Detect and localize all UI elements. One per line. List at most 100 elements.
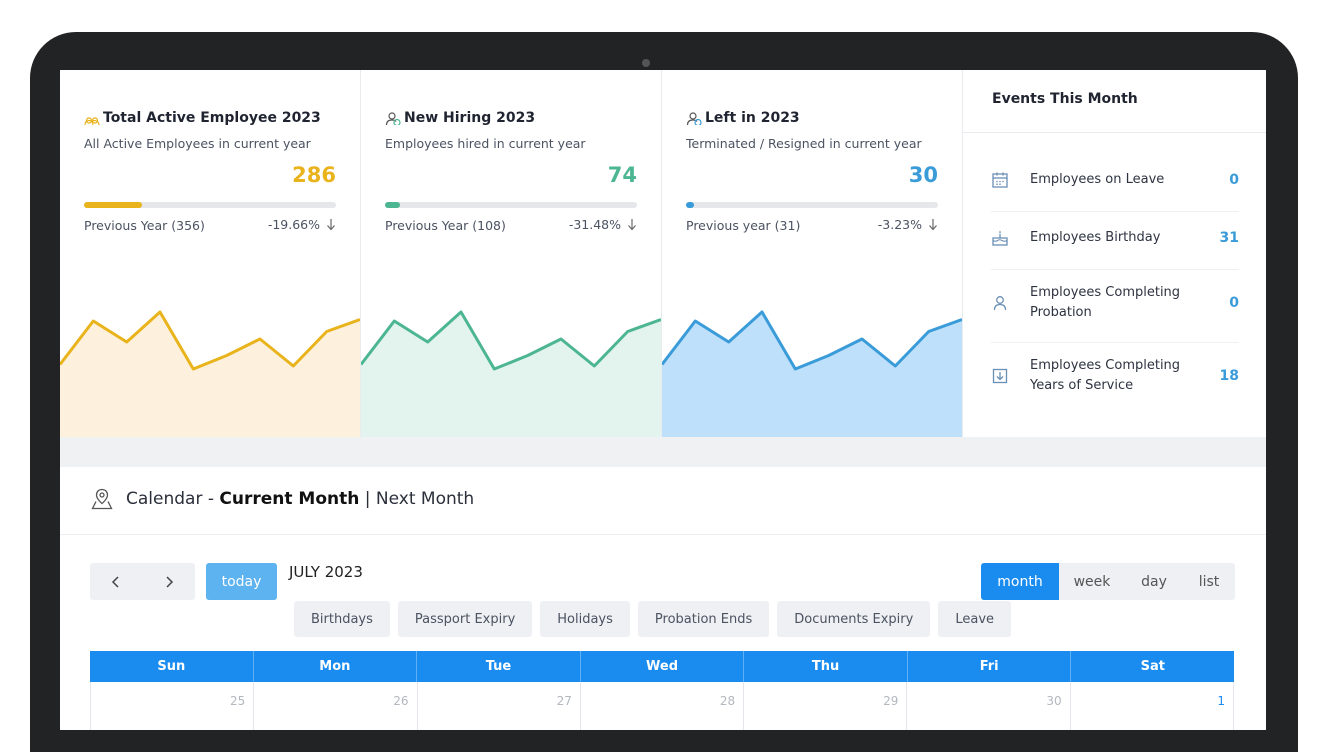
stat-card-left: Left in 2023 Terminated / Resigned in cur… [662, 70, 963, 437]
person-icon [993, 296, 1007, 311]
users-icon [84, 117, 100, 125]
event-label: Employees Birthday [1030, 230, 1161, 245]
filter-probation-ends[interactable]: Probation Ends [637, 601, 770, 637]
events-title: Events This Month [992, 91, 1138, 107]
card-subtitle: Terminated / Resigned in current year [686, 136, 922, 151]
filter-holidays[interactable]: Holidays [540, 601, 630, 637]
view-month-button[interactable]: month [981, 563, 1059, 600]
divider [60, 534, 1266, 535]
day-cell[interactable]: 28 [581, 682, 745, 730]
card-title: Total Active Employee 2023 [84, 110, 321, 126]
calendar-panel: Calendar - Current Month | Next Month to… [60, 467, 1266, 730]
change-percent: -3.23% [878, 217, 938, 232]
stat-card-total-active: Total Active Employee 2023 All Active Emp… [60, 70, 361, 437]
day-cell[interactable]: 27 [418, 682, 581, 730]
cake-icon [992, 230, 1008, 246]
divider [991, 342, 1239, 343]
chevron-left-icon [112, 575, 119, 588]
view-week-button[interactable]: week [1059, 563, 1125, 600]
filter-documents-expiry[interactable]: Documents Expiry [777, 601, 931, 637]
day-header-fri: Fri [908, 651, 1072, 682]
event-label: Employees Completing Years of Service [1030, 358, 1181, 393]
event-label: Employees Completing Probation [1030, 285, 1181, 320]
event-row-birthday[interactable]: Employees Birthday 31 [991, 228, 1239, 248]
sparkline-chart [361, 310, 661, 437]
previous-year: Previous Year (356) [84, 218, 205, 233]
calendar-grid: Sun Mon Tue Wed Thu Fri Sat 25 26 27 28 … [90, 651, 1234, 730]
progress-fill [84, 202, 142, 208]
download-icon [992, 368, 1008, 384]
day-header-row: Sun Mon Tue Wed Thu Fri Sat [90, 651, 1234, 682]
view-switcher: month week day list [981, 563, 1235, 600]
event-count: 31 [1219, 230, 1239, 246]
day-header-sun: Sun [90, 651, 254, 682]
calendar-header: Calendar - Current Month | Next Month [90, 487, 474, 511]
filter-birthdays[interactable]: Birthdays [294, 601, 390, 637]
camera-icon [642, 59, 650, 67]
day-cell[interactable]: 26 [254, 682, 418, 730]
card-title-text: Left in 2023 [705, 110, 800, 126]
card-value: 286 [292, 163, 336, 187]
event-row-leave[interactable]: Employees on Leave 0 [991, 170, 1239, 190]
event-label: Employees on Leave [1030, 172, 1165, 187]
divider [991, 211, 1239, 212]
event-count: 0 [1229, 295, 1239, 311]
next-month-button[interactable] [143, 563, 196, 600]
sparkline-area [60, 312, 360, 437]
event-count: 18 [1219, 368, 1239, 384]
progress-fill [686, 202, 694, 208]
day-cell[interactable]: 30 [907, 682, 1071, 730]
view-day-button[interactable]: day [1125, 563, 1183, 600]
sparkline-chart [662, 310, 962, 437]
sparkline-area [662, 312, 962, 437]
day-header-sat: Sat [1140, 659, 1165, 674]
card-title-text: New Hiring 2023 [404, 110, 536, 126]
dashboard-screen: Total Active Employee 2023 All Active Emp… [60, 70, 1266, 730]
progress-bar [686, 202, 938, 208]
change-value: -3.23% [877, 217, 922, 232]
arrow-down-icon [327, 219, 335, 231]
sparkline-area [361, 312, 661, 437]
stat-card-new-hiring: New Hiring 2023 Employees hired in curren… [361, 70, 662, 437]
day-header-mon: Mon [254, 651, 418, 682]
card-title-text: Total Active Employee 2023 [103, 110, 321, 126]
today-button[interactable]: today [206, 563, 277, 600]
change-percent: -31.48% [569, 217, 637, 232]
day-cell[interactable]: 29 [744, 682, 908, 730]
month-title: JULY 2023 [289, 563, 363, 581]
day-header-thu: Thu [744, 651, 908, 682]
previous-year: Previous year (31) [686, 218, 801, 233]
current-month-link[interactable]: Current Month [219, 489, 359, 509]
calendar-icon [992, 172, 1008, 188]
view-list-button[interactable]: list [1183, 563, 1235, 600]
sparkline-chart [60, 310, 360, 437]
arrow-down-icon [929, 219, 937, 231]
day-cell[interactable]: 1 [1071, 682, 1234, 730]
change-percent: -19.66% [268, 217, 336, 232]
prev-month-button[interactable] [90, 563, 143, 600]
change-value: -31.48% [568, 217, 621, 232]
divider [991, 269, 1239, 270]
progress-bar [385, 202, 637, 208]
progress-fill [385, 202, 401, 208]
map-pin-icon [91, 488, 113, 510]
separator: | [359, 489, 376, 509]
progress-bar [84, 202, 336, 208]
next-month-link[interactable]: Next Month [376, 489, 474, 509]
event-row-probation[interactable]: Employees Completing Probation 0 [991, 283, 1239, 323]
filter-bar: Birthdays Passport Expiry Holidays Proba… [294, 601, 1012, 637]
change-value: -19.66% [267, 217, 320, 232]
divider [963, 132, 1266, 133]
filter-leave[interactable]: Leave [938, 601, 1012, 637]
events-panel: Events This Month Employees on Leave 0 E… [963, 70, 1266, 437]
calendar-nav [90, 563, 195, 600]
user-add-icon [385, 112, 401, 125]
event-count: 0 [1229, 172, 1239, 188]
filter-passport-expiry[interactable]: Passport Expiry [397, 601, 533, 637]
event-row-years-of-service[interactable]: Employees Completing Years of Service 18 [991, 356, 1239, 396]
card-value: 30 [908, 163, 938, 187]
card-title: New Hiring 2023 [385, 110, 535, 126]
card-subtitle: Employees hired in current year [385, 136, 586, 151]
chevron-right-icon [166, 575, 173, 588]
day-cell[interactable]: 25 [91, 682, 255, 730]
